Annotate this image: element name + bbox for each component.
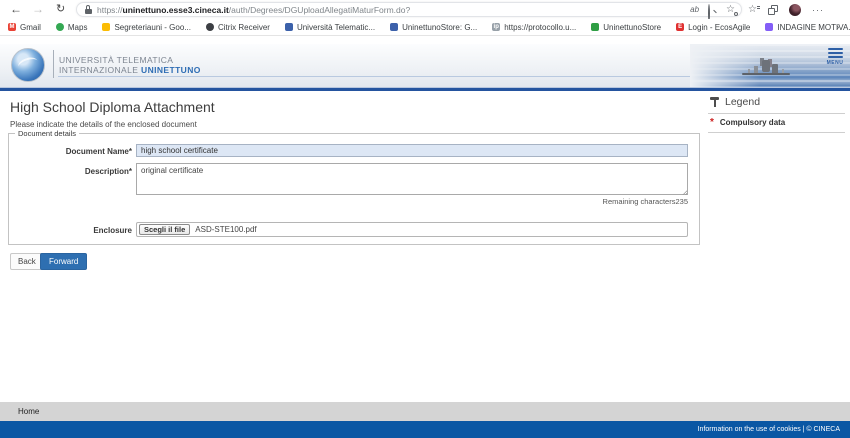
bookmark-item[interactable]: UninettunoStore: G... (390, 23, 477, 32)
browser-forward-icon[interactable]: → (32, 2, 44, 16)
document-details-fieldset: Document details Document Name* Descript… (8, 129, 700, 245)
bookmark-favicon (205, 23, 214, 31)
legend-item-compulsory: * Compulsory data (708, 114, 845, 133)
browser-refresh-icon[interactable]: ↻ (56, 2, 65, 16)
browser-toolbar: ← → ↻ https://uninettuno.esse3.cineca.it… (0, 0, 850, 23)
bookmark-favicon (591, 23, 600, 31)
home-link[interactable]: Home (18, 407, 39, 416)
bookmarks-overflow-icon[interactable]: › (836, 22, 839, 33)
read-aloud-icon[interactable]: ab (690, 5, 699, 14)
enclosure-file-field[interactable]: Scegli il file ASD-STE100.pdf (136, 222, 688, 237)
header-rule (58, 76, 698, 77)
description-textarea[interactable]: original certificate (136, 163, 688, 195)
bookmark-favicon: M (8, 23, 16, 31)
lock-icon (85, 5, 92, 14)
legend-panel: Legend * Compulsory data (708, 94, 845, 133)
header-divider (0, 88, 850, 91)
university-logo[interactable] (11, 48, 45, 82)
logo-separator (53, 50, 54, 78)
favorites-bar-icon[interactable]: ☆ (748, 4, 760, 15)
bookmark-item[interactable]: Citrix Receiver (205, 22, 270, 32)
footer-bar: Information on the use of cookies | © CI… (0, 421, 850, 438)
footer-nav: Home (0, 402, 850, 421)
bookmark-item[interactable]: ip https://protocollo.u... (492, 23, 576, 32)
bookmark-favicon (284, 23, 293, 31)
sculpture-image (762, 60, 770, 72)
url-domain: uninettuno.esse3.cineca.it (122, 4, 229, 15)
menu-label: MENU (826, 60, 844, 66)
bookmark-label: https://protocollo.u... (504, 22, 577, 32)
add-favorite-icon[interactable]: ☆ (726, 4, 738, 16)
browser-back-icon[interactable]: ← (10, 2, 22, 16)
search-icon[interactable] (708, 4, 717, 23)
bookmark-item[interactable]: Maps (55, 22, 88, 32)
profile-avatar[interactable] (788, 3, 801, 16)
bookmark-label: Segreteriauni - Goo... (114, 22, 191, 32)
browser-actions: ☆ ··· (748, 2, 844, 17)
collections-icon[interactable] (767, 4, 778, 15)
document-name-label: Document Name* (65, 147, 132, 156)
bookmark-item[interactable]: E Login - EcosAgile (676, 23, 750, 32)
document-name-input[interactable] (136, 144, 688, 157)
bookmark-label: Gmail (20, 22, 41, 32)
bookmark-favicon: ip (492, 23, 501, 31)
file-name: ASD-STE100.pdf (195, 225, 257, 234)
browser-window: ← → ↻ https://uninettuno.esse3.cineca.it… (0, 0, 850, 438)
bookmark-favicon: E (676, 23, 685, 31)
description-label: Description* (84, 167, 132, 176)
asterisk-icon: * (710, 116, 714, 128)
bookmarks-bar: M Gmail Maps Segreteriauni - Goo... Citr… (0, 19, 850, 36)
legend-icon (710, 97, 719, 107)
bookmark-label: UninettunoStore (603, 22, 662, 32)
bookmark-label: UninettunoStore: G... (402, 22, 478, 32)
url-text[interactable]: https://uninettuno.esse3.cineca.it/auth/… (97, 5, 684, 15)
university-name: UNIVERSITÀ TELEMATICA INTERNAZIONALE UNI… (59, 55, 201, 75)
legend-title: Legend (725, 96, 761, 108)
bookmark-favicon (102, 23, 111, 31)
remaining-characters: Remaining characters235 (602, 197, 688, 206)
site-header: UNIVERSITÀ TELEMATICA INTERNAZIONALE UNI… (0, 44, 850, 87)
favorite-gear-icon (734, 11, 738, 16)
bookmark-favicon (55, 23, 64, 31)
enclosure-label: Enclosure (93, 226, 132, 235)
sculpture-base (742, 73, 790, 75)
bookmark-item[interactable]: M Gmail (8, 23, 41, 32)
bookmark-item[interactable]: Segreteriauni - Goo... (102, 22, 191, 32)
back-button[interactable]: Back (10, 253, 44, 270)
forward-button[interactable]: Forward (40, 253, 88, 270)
bookmark-label: Università Telematic... (296, 22, 376, 32)
bookmark-item[interactable]: Università Telematic... (284, 22, 376, 32)
menu-button[interactable]: MENU (826, 48, 844, 66)
bookmark-favicon (765, 23, 774, 31)
bookmark-label: Login - EcosAgile (688, 22, 751, 32)
hamburger-icon (827, 48, 843, 50)
address-bar[interactable]: https://uninettuno.esse3.cineca.it/auth/… (76, 2, 742, 23)
bookmark-item[interactable]: UninettunoStore (591, 23, 661, 32)
choose-file-button[interactable]: Scegli il file (139, 224, 191, 235)
bookmark-favicon (390, 23, 399, 31)
settings-menu-icon[interactable]: ··· (812, 5, 824, 15)
brand-name: UNINETTUNO (141, 65, 201, 75)
page-subtitle: Please indicate the details of the enclo… (10, 120, 197, 129)
page-title: High School Diploma Attachment (10, 99, 215, 115)
cookies-link[interactable]: Information on the use of cookies | © CI… (698, 426, 840, 433)
legend-item-label: Compulsory data (719, 118, 786, 127)
fieldset-legend: Document details (15, 129, 79, 138)
bookmark-label: Citrix Receiver (217, 22, 270, 32)
bookmark-label: Maps (67, 22, 88, 32)
